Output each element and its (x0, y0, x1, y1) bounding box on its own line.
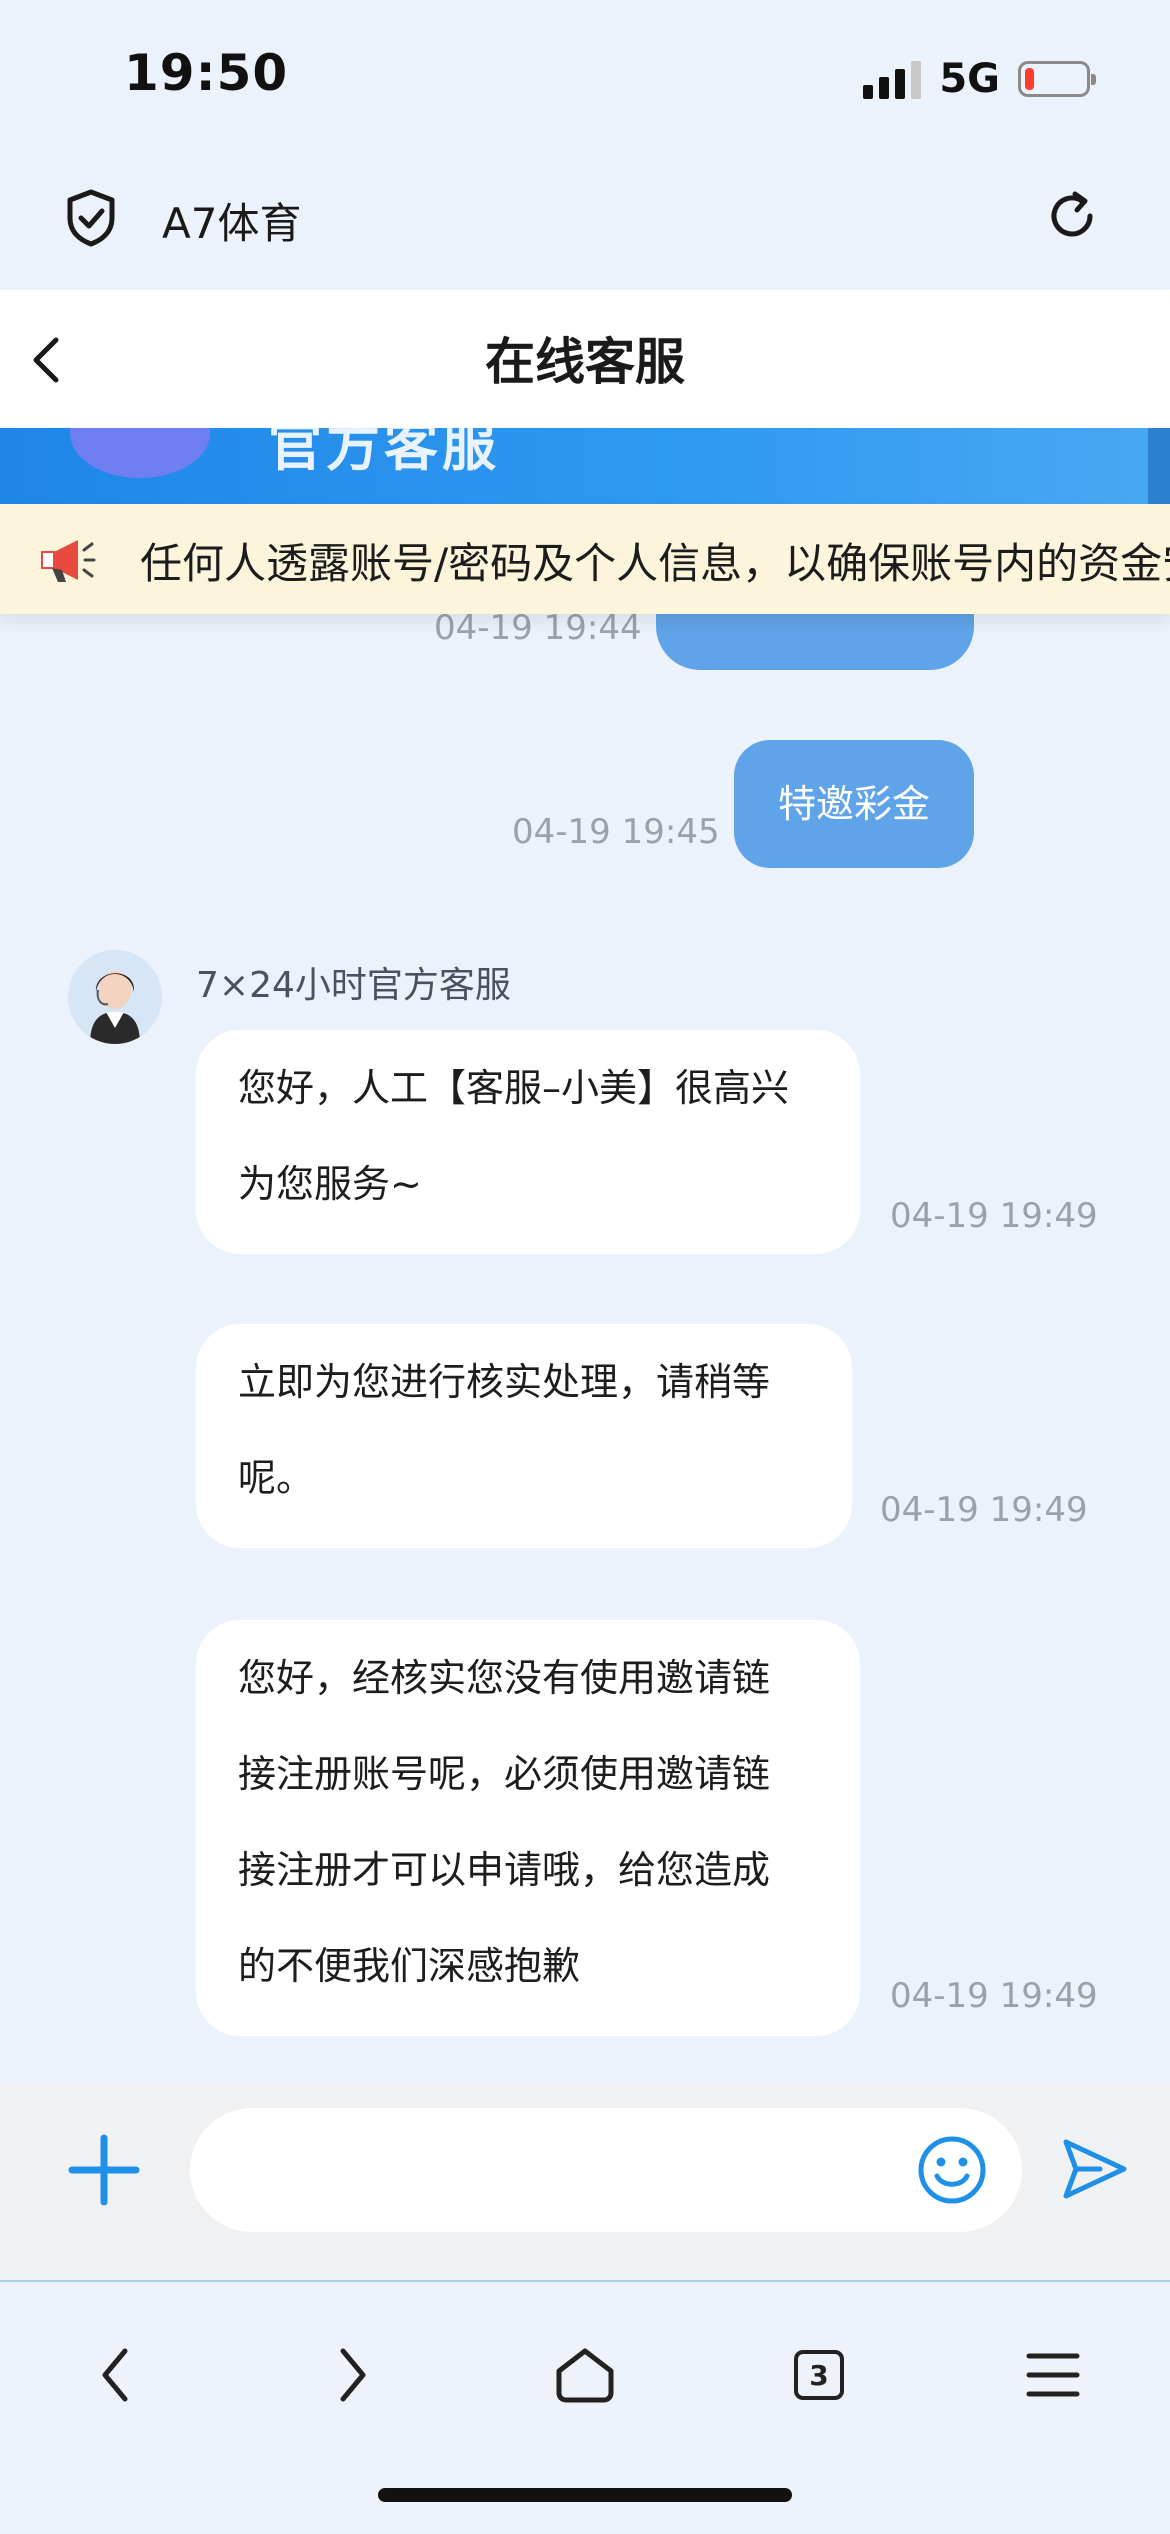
message-time: 04-19 19:49 (880, 1490, 1088, 1530)
notice-text: 任何人透露账号/密码及个人信息，以确保账号内的资金安 (140, 539, 1170, 588)
status-time: 19:50 (124, 44, 289, 102)
message-line: 立即为您进行核实处理，请稍等 (238, 1360, 771, 1404)
tabs-icon[interactable]: 3 (764, 2320, 874, 2430)
incoming-bubble[interactable]: 立即为您进行核实处理，请稍等 呢。 (196, 1324, 852, 1548)
status-indicators: 5G (863, 56, 1096, 102)
message-line: 的不便我们深感抱歉 (238, 1944, 581, 1988)
agent-name: 7×24小时官方客服 (196, 965, 511, 1006)
site-title: A7体育 (162, 199, 302, 248)
message-line: 接注册才可以申请哦，给您造成 (238, 1848, 771, 1892)
message-line: 您好，人工【客服–小美】很高兴 (238, 1066, 790, 1110)
outgoing-bubble[interactable]: 特邀彩金 (734, 740, 974, 868)
reload-icon[interactable] (1042, 186, 1102, 250)
message-time: 04-19 19:49 (890, 1976, 1098, 2016)
signal-icon (863, 59, 922, 99)
home-icon[interactable] (530, 2320, 640, 2430)
message-time: 04-19 19:45 (512, 812, 720, 852)
incoming-bubble[interactable]: 您好，经核实您没有使用邀请链 接注册账号呢，必须使用邀请链 接注册才可以申请哦，… (196, 1620, 860, 2036)
nav-back-icon[interactable] (62, 2320, 172, 2430)
nav-forward-icon[interactable] (296, 2320, 406, 2430)
megaphone-icon (38, 532, 98, 592)
message-time: 04-19 19:49 (890, 1196, 1098, 1236)
emoji-icon[interactable] (916, 2134, 988, 2210)
message-time: 04-19 19:44 (434, 608, 642, 648)
banner-edge (1148, 428, 1170, 504)
home-indicator (378, 2488, 792, 2502)
battery-icon (1018, 61, 1096, 97)
message-line: 接注册账号呢，必须使用邀请链 (238, 1752, 771, 1796)
message-input[interactable] (190, 2108, 1022, 2232)
incoming-bubble[interactable]: 您好，人工【客服–小美】很高兴 为您服务~ (196, 1030, 860, 1254)
network-type: 5G (939, 56, 1000, 102)
tabs-count: 3 (809, 2358, 829, 2392)
send-icon[interactable] (1060, 2136, 1130, 2206)
page-title: 在线客服 (485, 333, 685, 391)
agent-avatar (68, 950, 162, 1044)
official-banner (0, 428, 1170, 504)
message-line: 您好，经核实您没有使用邀请链 (238, 1656, 771, 1700)
shield-check-icon[interactable] (64, 188, 118, 252)
message-line: 为您服务~ (238, 1162, 422, 1206)
menu-icon[interactable] (998, 2320, 1108, 2430)
banner-decoration (70, 428, 210, 478)
plus-icon[interactable] (66, 2132, 142, 2212)
message-line: 呢。 (238, 1456, 315, 1500)
